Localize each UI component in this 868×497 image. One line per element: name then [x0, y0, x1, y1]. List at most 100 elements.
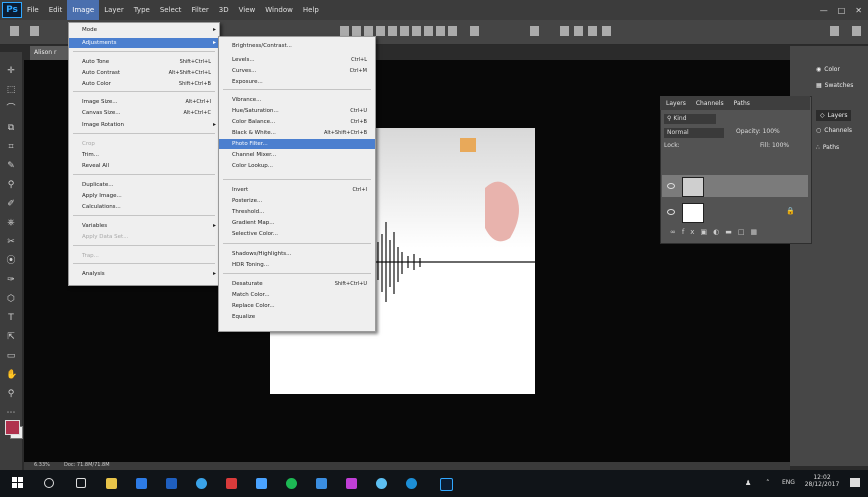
adjustment-item-equalize[interactable]: Equalize	[219, 312, 375, 322]
layer-kind-filter[interactable]: ⚲ Kind	[664, 114, 716, 124]
language-indicator[interactable]: ENG	[782, 479, 795, 486]
option-tool-icon[interactable]	[364, 26, 373, 36]
menu-edit[interactable]: Edit	[44, 0, 68, 20]
more-tool-icon[interactable]: ⋯	[6, 408, 16, 418]
option-tool-icon[interactable]	[470, 26, 479, 36]
image-menu-item-calculations[interactable]: Calculations...	[69, 202, 219, 212]
search-icon[interactable]	[44, 478, 54, 488]
adjustment-item-black-white[interactable]: Black & White... Alt+Shift+Ctrl+B	[219, 128, 375, 138]
layer-row-2[interactable]: 🔒	[662, 201, 808, 223]
adjustment-item-selective-color[interactable]: Selective Color...	[219, 229, 375, 239]
tab-channels[interactable]: Channels	[696, 100, 724, 107]
image-menu-item-auto-contrast[interactable]: Auto Contrast Alt+Shift+Ctrl+L	[69, 68, 219, 78]
option-tool-icon[interactable]	[388, 26, 397, 36]
healing-tool-icon[interactable]: ⚲	[6, 180, 16, 190]
image-menu-item-trim[interactable]: Trim...	[69, 150, 219, 160]
zoom-tool-icon[interactable]: ⚲	[6, 389, 16, 399]
hand-tool-icon[interactable]: ✋	[6, 370, 17, 380]
notification-icon[interactable]	[850, 478, 860, 487]
swatches-panel-button[interactable]: ▦ Swatches	[816, 82, 853, 89]
eraser-tool-icon[interactable]: ⦿	[6, 256, 16, 266]
menu-window[interactable]: Window	[260, 0, 298, 20]
image-menu-item-adjustments[interactable]: Adjustments ▸	[69, 38, 219, 48]
word-icon[interactable]	[166, 478, 177, 489]
adjustment-item-hue-saturation[interactable]: Hue/Saturation... Ctrl+U	[219, 106, 375, 116]
image-menu-item-apply-image[interactable]: Apply Image...	[69, 191, 219, 201]
option-tool-icon[interactable]	[30, 26, 39, 36]
new-layer-icon[interactable]: □	[738, 228, 751, 236]
adjustment-item-channel-mixer[interactable]: Channel Mixer...	[219, 150, 375, 160]
adjustment-item-threshold[interactable]: Threshold...	[219, 207, 375, 217]
menu-image[interactable]: Image	[67, 0, 100, 20]
task-view-icon[interactable]	[76, 478, 86, 488]
menu-3d[interactable]: 3D	[214, 0, 234, 20]
adjustment-item-replace-color[interactable]: Replace Color...	[219, 301, 375, 311]
stamp-tool-icon[interactable]: ⎈	[6, 218, 16, 228]
menu-filter[interactable]: Filter	[186, 0, 213, 20]
opacity-value[interactable]: 100%	[763, 128, 780, 135]
option-tool-icon[interactable]	[412, 26, 421, 36]
image-menu-item-trap[interactable]: Trap...	[69, 251, 219, 261]
app-icon-purple[interactable]	[346, 478, 357, 489]
menu-view[interactable]: View	[234, 0, 261, 20]
adjustment-item-posterize[interactable]: Posterize...	[219, 196, 375, 206]
photoshop-taskbar-icon[interactable]	[440, 478, 453, 491]
adjustment-item-exposure[interactable]: Exposure...	[219, 77, 375, 87]
shopping-bag-icon[interactable]	[106, 478, 117, 489]
option-tool-icon[interactable]	[588, 26, 597, 36]
image-menu-item-reveal-all[interactable]: Reveal All	[69, 161, 219, 171]
gradient-tool-icon[interactable]: ✑	[6, 275, 16, 285]
layer-row-1[interactable]	[662, 175, 808, 197]
image-menu-item-apply-data-set[interactable]: Apply Data Set...	[69, 232, 219, 242]
link-icon[interactable]: ∞	[670, 228, 682, 236]
option-tool-icon[interactable]	[424, 26, 433, 36]
option-tool-icon[interactable]	[10, 26, 19, 36]
marquee-tool-icon[interactable]: ⬚	[6, 85, 16, 95]
close-icon[interactable]: ✕	[855, 6, 862, 15]
tab-paths[interactable]: Paths	[734, 100, 750, 107]
quick-select-tool-icon[interactable]: ⧉	[6, 123, 16, 133]
adjustment-item-hdr-toning[interactable]: HDR Toning...	[219, 260, 375, 270]
option-tool-icon[interactable]	[340, 26, 349, 36]
app-icon-cyan[interactable]	[376, 478, 387, 489]
option-tool-icon[interactable]	[852, 26, 861, 36]
image-menu-item-analysis[interactable]: Analysis ▸	[69, 269, 219, 279]
option-tool-icon[interactable]	[448, 26, 457, 36]
adjustment-item-vibrance[interactable]: Vibrance...	[219, 95, 375, 105]
clock[interactable]: 12:02 28/12/2017	[804, 474, 840, 488]
option-tool-icon[interactable]	[530, 26, 539, 36]
spotify-icon[interactable]	[286, 478, 297, 489]
adjustment-icon[interactable]: ◐	[713, 228, 725, 236]
image-menu-item-auto-tone[interactable]: Auto Tone Shift+Ctrl+L	[69, 57, 219, 67]
channels-panel-button[interactable]: ○ Channels	[816, 127, 852, 134]
chrome-icon[interactable]	[196, 478, 207, 489]
menu-type[interactable]: Type	[129, 0, 155, 20]
adjustment-item-match-color[interactable]: Match Color...	[219, 290, 375, 300]
adjustment-item-curves[interactable]: Curves... Ctrl+M	[219, 66, 375, 76]
menu-file[interactable]: File	[22, 0, 44, 20]
option-tool-icon[interactable]	[602, 26, 611, 36]
dodge-tool-icon[interactable]: ⬡	[6, 294, 16, 304]
option-tool-icon[interactable]	[560, 26, 569, 36]
adjustment-item-color-lookup[interactable]: Color Lookup...	[219, 161, 375, 171]
brush-tool-icon[interactable]: ✐	[6, 199, 16, 209]
option-tool-icon[interactable]	[376, 26, 385, 36]
chevron-up-icon[interactable]: ˄	[766, 479, 770, 487]
app-icon-blue[interactable]	[256, 478, 267, 489]
tab-layers[interactable]: Layers	[666, 100, 686, 107]
option-tool-icon[interactable]	[352, 26, 361, 36]
foreground-color-swatch[interactable]	[5, 420, 20, 435]
menu-help[interactable]: Help	[298, 0, 324, 20]
adjustment-item-color-balance[interactable]: Color Balance... Ctrl+B	[219, 117, 375, 127]
paths-panel-button[interactable]: ∴ Paths	[816, 144, 839, 151]
adjustment-item-levels[interactable]: Levels... Ctrl+L	[219, 55, 375, 65]
person-icon[interactable]: ♟	[745, 479, 751, 487]
layers-panel-button[interactable]: ◇ Layers	[816, 110, 852, 121]
image-menu-item-variables[interactable]: Variables ▸	[69, 221, 219, 231]
image-menu-item-mode[interactable]: Mode ▸	[69, 25, 219, 35]
fx-icon[interactable]: fx	[682, 228, 701, 236]
skype-icon[interactable]	[406, 478, 417, 489]
image-menu-item-image-size[interactable]: Image Size... Alt+Ctrl+I	[69, 97, 219, 107]
maximize-icon[interactable]: □	[838, 6, 846, 15]
visibility-eye-icon[interactable]	[667, 183, 675, 189]
